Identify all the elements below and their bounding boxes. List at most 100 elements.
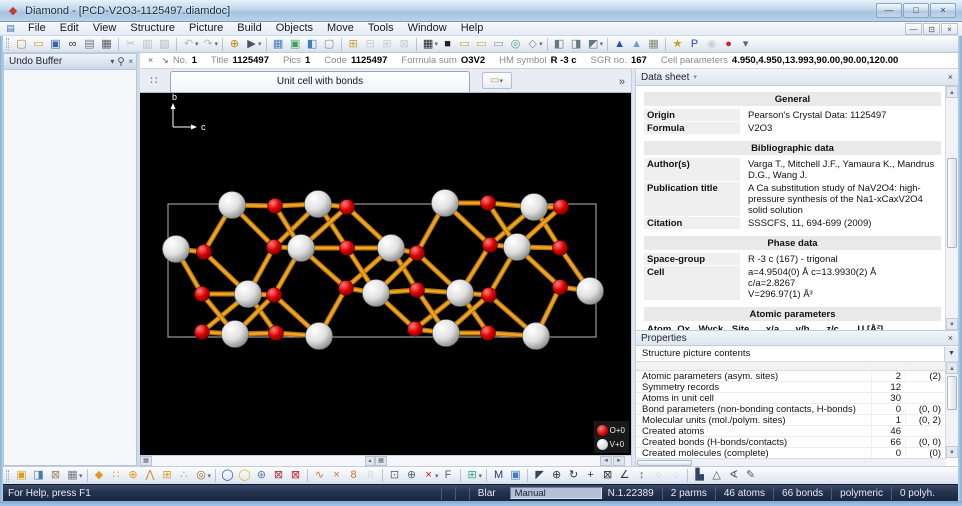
- property-row[interactable]: Atoms in unit cell30: [636, 393, 945, 404]
- branch-bond-icon[interactable]: ⋀: [142, 468, 159, 483]
- move-icon[interactable]: ⊕: [548, 468, 565, 483]
- picture-new-icon[interactable]: ▦: [270, 37, 287, 52]
- atom-v[interactable]: [163, 236, 190, 263]
- property-row[interactable]: Molecular units (mol./polym. sites)1(0, …: [636, 415, 945, 426]
- panel-menu-icon[interactable]: ▾: [110, 57, 114, 67]
- menu-picture[interactable]: Picture: [182, 22, 230, 35]
- picture-photo-icon[interactable]: ▣: [287, 37, 304, 52]
- atom-v[interactable]: [378, 235, 405, 262]
- open-folder-icon[interactable]: ▭: [30, 37, 47, 52]
- structure-viewport[interactable]: bc O+0V+0: [140, 93, 631, 455]
- atom-v[interactable]: [306, 323, 333, 350]
- scroll-up-icon[interactable]: ▲: [946, 86, 958, 98]
- atom-v[interactable]: [235, 281, 262, 308]
- viewport-hscrollbar[interactable]: ▦ ▴ ▦ ◄ ►: [140, 455, 631, 466]
- scroll-up-icon[interactable]: ▲: [946, 362, 958, 374]
- layout-left-icon[interactable]: ◧: [551, 37, 568, 52]
- atom-o[interactable]: [267, 240, 282, 255]
- atom-o[interactable]: [268, 199, 283, 214]
- hexagon-yellow-icon[interactable]: ◯: [236, 468, 253, 483]
- print-preview-icon[interactable]: ▤: [81, 37, 98, 52]
- menu-build[interactable]: Build: [230, 22, 268, 35]
- atom-cluster-icon[interactable]: ∷: [108, 468, 125, 483]
- bond-cross-icon[interactable]: ×: [328, 468, 345, 483]
- chart-bar-icon[interactable]: ▲: [611, 37, 628, 52]
- find-icon[interactable]: ∞: [64, 37, 81, 52]
- tab-grid-icon[interactable]: ∷: [144, 71, 164, 91]
- mdi-minimize-button[interactable]: —: [905, 23, 922, 35]
- chevron-down-icon[interactable]: ▾: [435, 472, 439, 480]
- atom-o[interactable]: [553, 280, 568, 295]
- chevron-down-icon[interactable]: ▾: [539, 40, 543, 48]
- menu-tools[interactable]: Tools: [361, 22, 401, 35]
- atom-v[interactable]: [363, 280, 390, 307]
- hscroll-track2[interactable]: [387, 456, 600, 466]
- mdi-close-button[interactable]: ×: [941, 23, 958, 35]
- dropdown-arrow-icon[interactable]: ▼: [944, 347, 958, 361]
- picture-blank-icon[interactable]: ▢: [321, 37, 338, 52]
- scroll-down-icon[interactable]: ▼: [946, 318, 958, 330]
- new-document-icon[interactable]: ▢: [13, 37, 30, 52]
- data-table-icon[interactable]: ▦: [645, 37, 662, 52]
- fe-bond-icon[interactable]: F: [440, 468, 457, 483]
- powder-pattern-icon[interactable]: P: [686, 37, 703, 52]
- data-sheet-vscrollbar[interactable]: ▲ ▼: [945, 86, 958, 330]
- atom-v[interactable]: [523, 323, 550, 350]
- bond-link-icon[interactable]: ∿: [311, 468, 328, 483]
- tab-unit-cell-with-bonds[interactable]: Unit cell with bonds: [170, 71, 470, 92]
- mdi-restore-button[interactable]: ⊡: [923, 23, 940, 35]
- pin-icon[interactable]: [117, 57, 125, 66]
- close-record-icon[interactable]: ×: [148, 55, 153, 66]
- panel-menu-icon[interactable]: ▾: [693, 73, 697, 81]
- scroll-left-icon[interactable]: ◄: [600, 456, 612, 466]
- atom-o[interactable]: [267, 288, 282, 303]
- chevron-down-icon[interactable]: ▾: [79, 472, 83, 480]
- atom-o[interactable]: [482, 288, 497, 303]
- atom-o[interactable]: [195, 325, 210, 340]
- menu-move[interactable]: Move: [320, 22, 361, 35]
- chevron-down-icon[interactable]: ▾: [435, 40, 439, 48]
- menu-view[interactable]: View: [86, 22, 124, 35]
- chevron-down-icon[interactable]: ▾: [600, 40, 604, 48]
- atom-o[interactable]: [410, 283, 425, 298]
- add-atom-icon[interactable]: ⊕: [125, 468, 142, 483]
- cluster-small-icon[interactable]: ∴: [176, 468, 193, 483]
- property-row[interactable]: Bond parameters (non-bonding contacts, H…: [636, 404, 945, 415]
- tab-overflow-button[interactable]: »: [619, 76, 625, 88]
- angle-measure-icon[interactable]: ∢: [725, 468, 742, 483]
- chevron-down-icon[interactable]: ▾: [479, 472, 483, 480]
- video-record-icon[interactable]: ●: [720, 37, 737, 52]
- data-sheet-close-icon[interactable]: ×: [948, 72, 953, 82]
- property-row[interactable]: Created molecules (complete)0(0): [636, 448, 945, 458]
- cursor-icon[interactable]: ◤: [531, 468, 548, 483]
- lattice-net-icon[interactable]: ⊞: [159, 468, 176, 483]
- menu-file[interactable]: File: [21, 22, 53, 35]
- triangle-measure-icon[interactable]: △: [708, 468, 725, 483]
- atom-o[interactable]: [197, 245, 212, 260]
- picture-frame-icon[interactable]: ▣: [507, 468, 524, 483]
- web-document-icon[interactable]: ◎: [507, 37, 524, 52]
- menu-help[interactable]: Help: [454, 22, 491, 35]
- scroll-thumb[interactable]: [947, 158, 957, 248]
- atom-diamond-icon[interactable]: ◆: [91, 468, 108, 483]
- minimize-button[interactable]: —: [876, 3, 902, 18]
- chart-block-icon[interactable]: ▙: [691, 468, 708, 483]
- atom-o[interactable]: [339, 281, 354, 296]
- print-icon[interactable]: ▦: [98, 37, 115, 52]
- cube-icon[interactable]: ⊡: [386, 468, 403, 483]
- lattice-x-icon[interactable]: ⊠: [270, 468, 287, 483]
- atom-v[interactable]: [504, 234, 531, 261]
- properties-close-icon[interactable]: ×: [948, 333, 953, 343]
- maximize-button[interactable]: □: [903, 3, 929, 18]
- chevron-down-icon[interactable]: ▾: [208, 472, 212, 480]
- bond-chain-icon[interactable]: 8: [345, 468, 362, 483]
- atom-o[interactable]: [195, 287, 210, 302]
- properties-hscrollbar[interactable]: [636, 458, 946, 466]
- pen-icon[interactable]: ✎: [742, 468, 759, 483]
- rotate-icon[interactable]: ↻: [565, 468, 582, 483]
- atom-v[interactable]: [219, 192, 246, 219]
- scroll-right-icon[interactable]: ►: [613, 456, 625, 466]
- close-button[interactable]: ×: [930, 3, 956, 18]
- toolbar-grip[interactable]: [6, 38, 9, 50]
- layout-split-icon[interactable]: ◨: [568, 37, 585, 52]
